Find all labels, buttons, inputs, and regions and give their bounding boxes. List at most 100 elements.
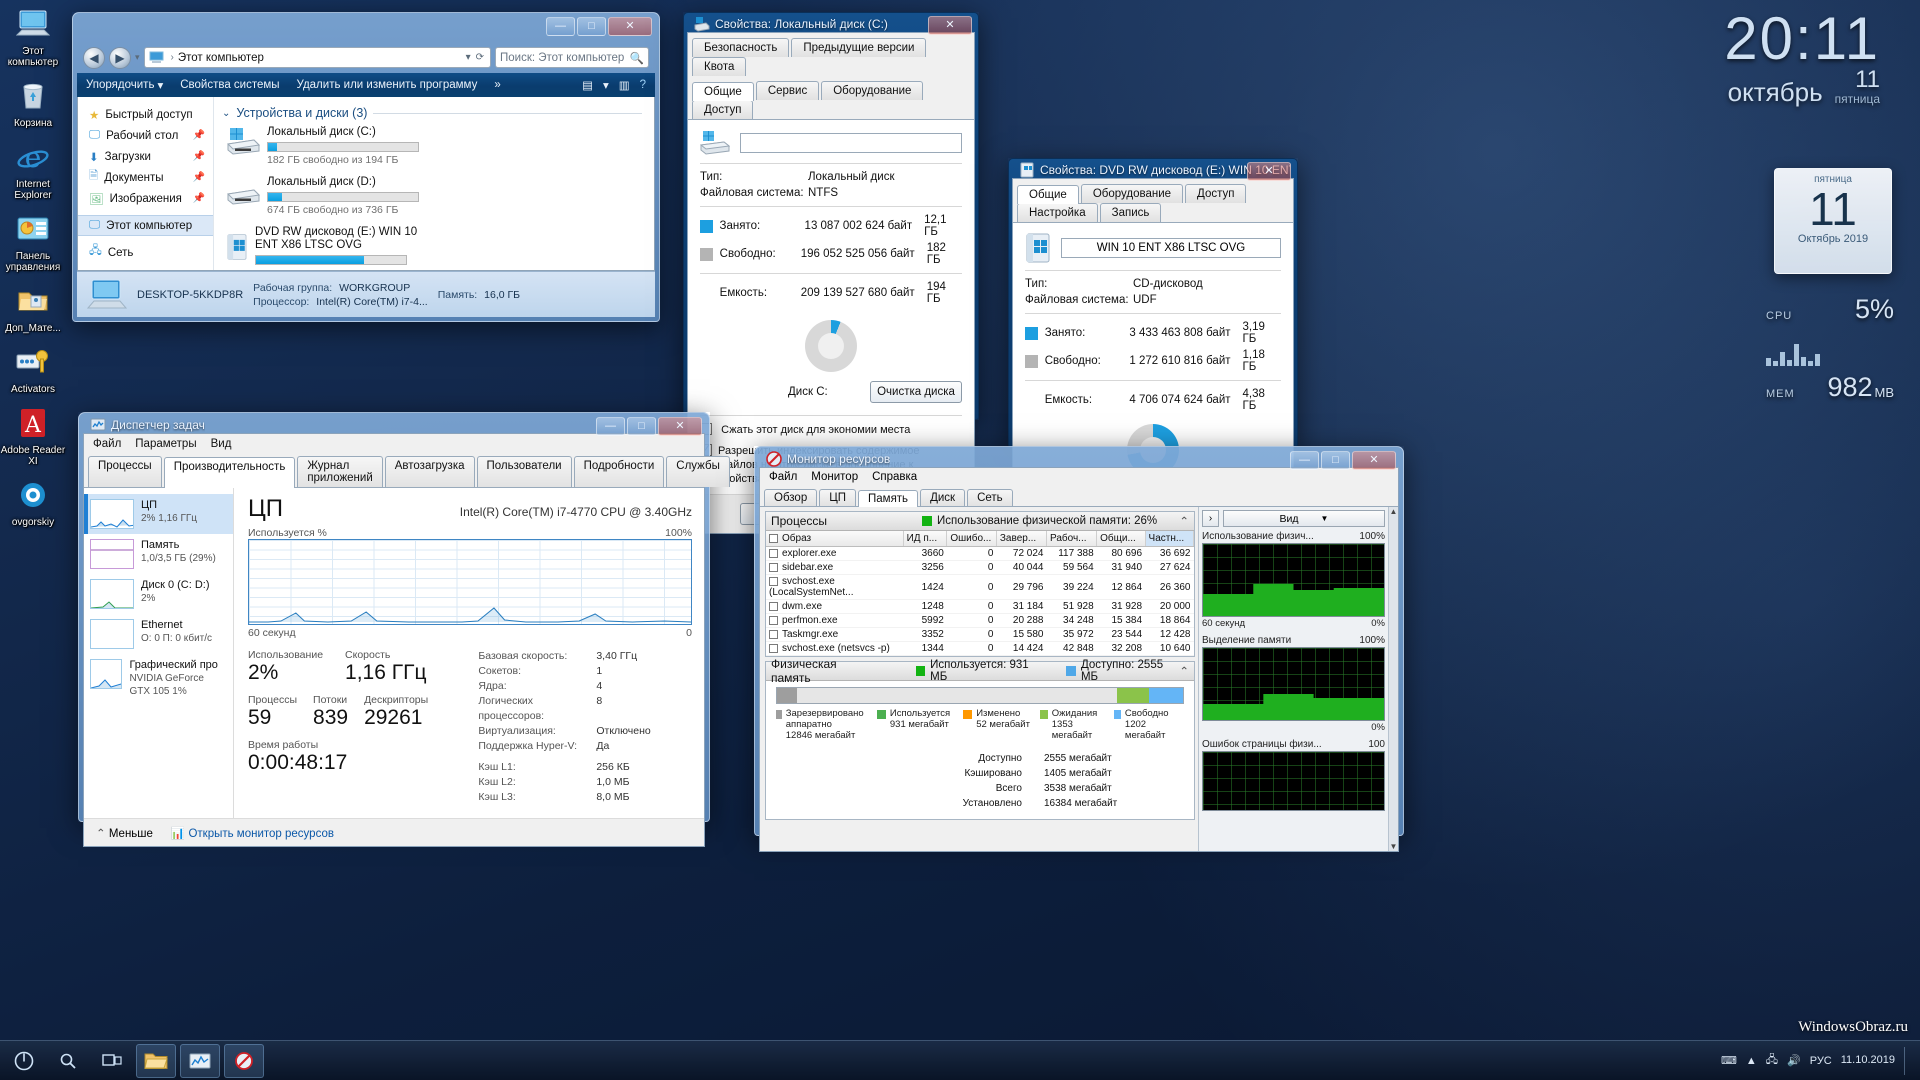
- close-button[interactable]: ✕: [1247, 162, 1291, 181]
- scroll-up-arrow-icon[interactable]: ▲: [1390, 507, 1398, 516]
- group-header-devices[interactable]: ⌄ Устройства и диски (3): [222, 106, 654, 120]
- help-icon[interactable]: ?: [640, 79, 646, 91]
- table-row[interactable]: Taskmgr.exe 3352 0 15 580 35 972 23 544 12 428: [766, 627, 1194, 642]
- address-bar[interactable]: › Этот компьютер ▾ ⟳: [143, 47, 491, 68]
- col-faults[interactable]: Ошибо...: [946, 531, 997, 547]
- row-checkbox[interactable]: [769, 616, 778, 625]
- forward-button[interactable]: ▶: [109, 46, 131, 69]
- col-pid[interactable]: ИД п...: [903, 531, 948, 547]
- window-resource-monitor[interactable]: Монитор ресурсов — □ ✕ Файл Монитор Спра…: [754, 446, 1404, 852]
- window-explorer[interactable]: — □ ✕ ◀ ▶ ▾ › Этот компьютер ▾ ⟳ Поиск: …: [72, 12, 660, 322]
- menu-options[interactable]: Параметры: [135, 438, 196, 450]
- show-desktop-button[interactable]: [1904, 1046, 1910, 1075]
- desktop-icon-folder[interactable]: Доп_Мате...: [0, 281, 66, 334]
- close-button[interactable]: ✕: [928, 16, 972, 35]
- tab-network[interactable]: Сеть: [967, 489, 1013, 506]
- scroll-down-arrow-icon[interactable]: ▼: [1390, 842, 1398, 851]
- resource-card-disk0[interactable]: Диск 0 (C: D:) 2%: [84, 574, 233, 614]
- resmon-taskbar-button[interactable]: [224, 1043, 264, 1078]
- col-image[interactable]: Образ: [766, 531, 904, 547]
- row-checkbox[interactable]: [769, 549, 778, 558]
- refresh-icon[interactable]: ⟳: [476, 52, 484, 63]
- taskmgr-taskbar-button[interactable]: [180, 1043, 220, 1078]
- open-resource-monitor-link[interactable]: 📊 Открыть монитор ресурсов: [171, 826, 334, 840]
- overflow-button[interactable]: »: [494, 79, 500, 91]
- close-button[interactable]: ✕: [658, 417, 702, 436]
- menu-view[interactable]: Вид: [211, 438, 232, 450]
- resource-card-cpu[interactable]: ЦП 2% 1,16 ГГц: [84, 494, 233, 534]
- disk-cleanup-button[interactable]: Очистка диска: [870, 381, 962, 403]
- window-task-manager[interactable]: Диспетчер задач — □ ✕ Файл Параметры Вид…: [78, 412, 730, 847]
- desktop-icon-control-panel[interactable]: Панель управления: [0, 209, 66, 273]
- processes-panel-header[interactable]: Процессы Использование физической памяти…: [766, 512, 1194, 531]
- taskmgr-titlebar[interactable]: Диспетчер задач — □ ✕: [83, 417, 705, 436]
- tab-hardware[interactable]: Оборудование: [1080, 184, 1184, 203]
- search-button[interactable]: [48, 1044, 88, 1078]
- col-commit[interactable]: Завер...: [996, 531, 1047, 547]
- row-checkbox[interactable]: [769, 602, 778, 611]
- system-properties-button[interactable]: Свойства системы: [180, 79, 279, 91]
- desktop-icon-internet-explorer[interactable]: e Internet Explorer: [0, 137, 66, 201]
- window-disk-e-properties[interactable]: Свойства: DVD RW дисковод (E:) WIN 10 EN…: [1008, 158, 1298, 503]
- drive-item-c[interactable]: Локальный диск (C:) 182 ГБ свободно из 1…: [226, 126, 431, 166]
- table-row[interactable]: dwm.exe 1248 0 31 184 51 928 31 928 20 000: [766, 599, 1194, 614]
- tray-clock[interactable]: 11.10.2019: [1841, 1054, 1895, 1067]
- window-disk-c-properties[interactable]: Свойства: Локальный диск (C:) ✕ Безопасн…: [683, 12, 979, 534]
- change-view-icon[interactable]: ▤: [582, 78, 593, 92]
- desktop-icon-ovgorskiy[interactable]: ovgorskiy: [0, 475, 66, 528]
- desktop-icon-recycle-bin[interactable]: Корзина: [0, 76, 66, 129]
- history-dropdown-icon[interactable]: ▾: [135, 52, 140, 63]
- pin-icon[interactable]: 📌: [193, 193, 205, 204]
- preview-pane-icon[interactable]: ▥: [619, 78, 630, 92]
- drive-item-d[interactable]: Локальный диск (D:) 674 ГБ свободно из 7…: [226, 176, 431, 216]
- col-private[interactable]: Частн...: [1145, 531, 1195, 547]
- task-view-button[interactable]: [92, 1044, 132, 1078]
- tab-service[interactable]: Сервис: [755, 81, 820, 100]
- disk-c-titlebar[interactable]: Свойства: Локальный диск (C:) ✕: [687, 16, 975, 35]
- row-checkbox[interactable]: [769, 644, 778, 653]
- col-working[interactable]: Рабоч...: [1046, 531, 1098, 547]
- tab-sharing[interactable]: Доступ: [1185, 184, 1247, 203]
- explorer-titlebar[interactable]: — □ ✕: [77, 17, 655, 43]
- volume-label-input[interactable]: [740, 133, 962, 153]
- keyboard-layout-icon[interactable]: ⌨: [1721, 1054, 1737, 1067]
- minimize-button[interactable]: —: [546, 17, 575, 36]
- drive-item-e[interactable]: DVD RW дисковод (E:) WIN 10 ENT X86 LTSC…: [226, 226, 431, 268]
- tab-users[interactable]: Пользователи: [476, 456, 572, 487]
- resource-card-memory[interactable]: Память 1,0/3,5 ГБ (29%): [84, 534, 233, 574]
- processes-table[interactable]: Образ ИД п... Ошибо... Завер... Рабоч...…: [766, 531, 1195, 656]
- network-icon[interactable]: 🖧: [1766, 1051, 1778, 1070]
- start-button[interactable]: [4, 1044, 44, 1078]
- row-checkbox[interactable]: [769, 577, 778, 586]
- collapse-chevron-icon[interactable]: ⌃: [1179, 664, 1189, 678]
- view-button[interactable]: Вид ▼: [1223, 510, 1385, 527]
- tab-memory[interactable]: Память: [858, 490, 919, 507]
- resource-card-gpu[interactable]: Графический про NVIDIA GeForce GTX 105 1…: [84, 654, 233, 703]
- performance-gadget[interactable]: CPU 5% MEM 982 MB: [1766, 296, 1894, 401]
- collapse-chevron-icon[interactable]: ⌄: [222, 108, 230, 119]
- collapse-right-pane-button[interactable]: ›: [1202, 510, 1219, 527]
- sidebar-item-pictures[interactable]: 🖼 Изображения 📌: [78, 188, 213, 209]
- explorer-content[interactable]: ⌄ Устройства и диски (3) Локальный диск …: [214, 97, 654, 270]
- memory-panel-header[interactable]: Физическая память Используется: 931 МБ Д…: [766, 657, 1194, 685]
- tab-app-history[interactable]: Журнал приложений: [297, 456, 383, 487]
- row-checkbox[interactable]: [769, 630, 778, 639]
- back-button[interactable]: ◀: [83, 46, 105, 69]
- calendar-gadget[interactable]: пятница 11 Октябрь 2019: [1774, 168, 1892, 274]
- language-indicator[interactable]: РУС: [1810, 1055, 1832, 1067]
- row-checkbox[interactable]: [769, 563, 778, 572]
- maximize-button[interactable]: □: [1321, 451, 1350, 470]
- select-all-checkbox[interactable]: [769, 534, 778, 543]
- tray-expand-icon[interactable]: ▲: [1746, 1055, 1757, 1067]
- resmon-scrollbar[interactable]: ▲ ▼: [1388, 507, 1398, 851]
- table-row[interactable]: sidebar.exe 3256 0 40 044 59 564 31 940 27 624: [766, 560, 1194, 575]
- volume-icon[interactable]: 🔊: [1787, 1054, 1801, 1067]
- desktop-icon-adobe-reader[interactable]: A Adobe Reader XI: [0, 403, 66, 467]
- sidebar-item-quick-access[interactable]: ★ Быстрый доступ: [78, 104, 213, 125]
- organize-menu[interactable]: Упорядочить: [86, 79, 154, 91]
- tab-startup[interactable]: Автозагрузка: [384, 456, 475, 487]
- tab-details[interactable]: Подробности: [573, 456, 665, 487]
- close-button[interactable]: ✕: [608, 17, 652, 36]
- minimize-button[interactable]: —: [1290, 451, 1319, 470]
- minimize-button[interactable]: —: [596, 417, 625, 436]
